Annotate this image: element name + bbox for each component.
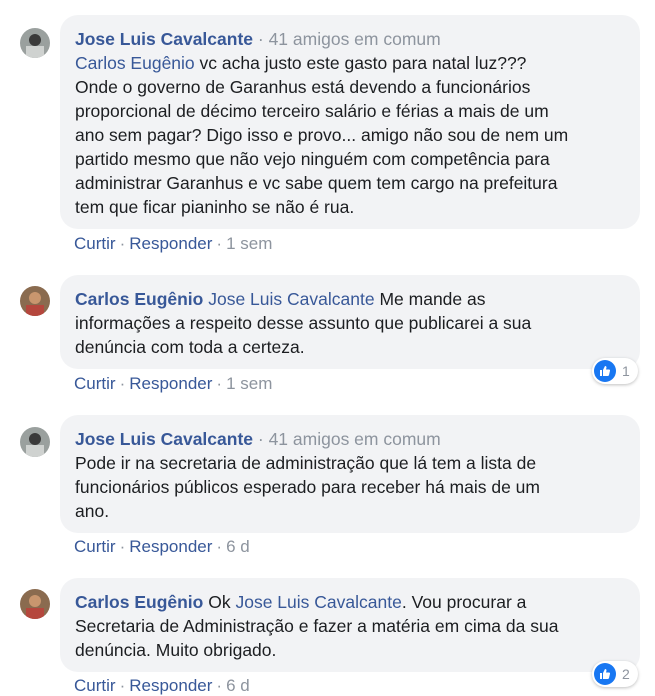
mention-link[interactable]: Jose Luis Cavalcante	[235, 592, 401, 612]
reaction-badge[interactable]: 2	[592, 661, 638, 687]
comment-text: . Vou procurar a	[401, 592, 527, 612]
comment-author[interactable]: Carlos Eugênio	[75, 592, 203, 612]
thumbs-up-icon	[594, 663, 616, 685]
comment-bubble: Carlos Eugênio Ok Jose Luis Cavalcante. …	[60, 578, 640, 672]
like-link[interactable]: Curtir	[74, 676, 116, 695]
separator-dot: ·	[216, 676, 223, 695]
comment-pre: Ok	[208, 592, 231, 612]
avatar-carlos[interactable]	[20, 589, 50, 619]
comment-actions: Curtir · Responder · 6 d	[74, 676, 250, 696]
comment-line: denúncia. Muito obrigado.	[75, 640, 277, 660]
reaction-count: 2	[622, 666, 630, 682]
comment-line: Secretaria de Administração e fazer a ma…	[75, 616, 559, 636]
comment: Carlos Eugênio Ok Jose Luis Cavalcante. …	[0, 0, 655, 696]
separator-dot: ·	[119, 676, 126, 695]
comment-time[interactable]: 6 d	[226, 676, 250, 695]
reply-link[interactable]: Responder	[129, 676, 212, 695]
